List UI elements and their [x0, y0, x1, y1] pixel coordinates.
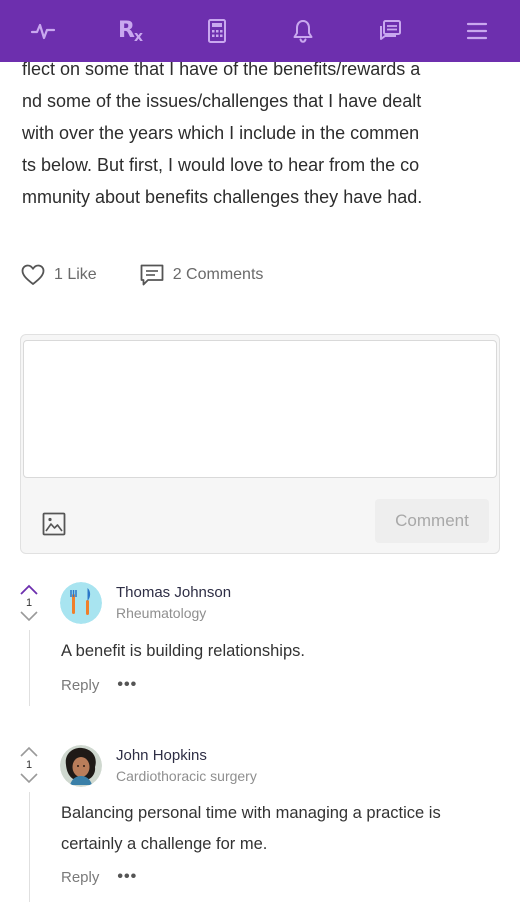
activity-icon	[31, 23, 56, 40]
bell-icon	[293, 20, 313, 43]
comment-author[interactable]: Thomas Johnson	[116, 584, 231, 601]
nav-messages-button[interactable]	[368, 9, 412, 53]
submit-comment-button[interactable]: Comment	[375, 499, 489, 543]
messages-icon	[379, 20, 401, 40]
post-text-line: ts below. But first, I would love to hea…	[22, 155, 420, 175]
comment-text: Balancing personal time with managing a …	[61, 798, 506, 860]
comment-text: A benefit is building relationships.	[61, 636, 506, 667]
rx-icon: Rx	[117, 17, 143, 45]
menu-icon	[466, 22, 487, 40]
comment-text-line: certainly a challenge for me.	[61, 835, 268, 853]
upvote-icon[interactable]	[19, 584, 39, 596]
avatar[interactable]	[60, 745, 102, 787]
nav-menu-button[interactable]	[455, 9, 499, 53]
comment-author-specialty: Cardiothoracic surgery	[116, 768, 257, 784]
comment-icon	[140, 264, 164, 286]
post-actions: 1 Like 2 Comments	[20, 262, 263, 288]
comment-text-line: A benefit is building relationships.	[61, 642, 305, 660]
like-button[interactable]: 1 Like	[20, 262, 97, 288]
reply-button[interactable]: Reply	[61, 677, 99, 694]
heart-icon	[21, 264, 45, 285]
attach-image-button[interactable]	[39, 509, 69, 539]
like-count-label: 1 Like	[54, 266, 97, 283]
upvote-icon[interactable]	[19, 746, 39, 758]
vote-count: 1	[25, 759, 33, 771]
nav-calculator-button[interactable]	[195, 9, 239, 53]
comment-item: 1 John Hopkins Cardiothoracic surgery Ba…	[0, 740, 520, 902]
comment-item: 1 Thomas Johnson Rheumatology A benefit …	[0, 578, 520, 718]
avatar-illustration	[60, 582, 102, 624]
comment-author[interactable]: John Hopkins	[116, 747, 207, 764]
comment-composer: Comment	[20, 334, 500, 554]
more-options-button[interactable]: •••	[117, 676, 137, 694]
thread-line	[29, 792, 30, 902]
comment-actions: Reply •••	[61, 868, 137, 886]
post-text-line: nd some of the issues/challenges that I …	[22, 91, 422, 111]
thread-line	[29, 630, 30, 706]
top-nav-bar: Rx	[0, 0, 520, 62]
comments-button[interactable]: 2 Comments	[139, 262, 264, 288]
vote-control: 1	[18, 746, 40, 784]
downvote-icon[interactable]	[19, 772, 39, 784]
nav-rx-button[interactable]: Rx	[108, 9, 152, 53]
post-text-line: with over the years which I include in t…	[22, 123, 420, 143]
comment-count-label: 2 Comments	[172, 266, 264, 283]
nav-activity-button[interactable]	[21, 9, 65, 53]
comment-actions: Reply •••	[61, 676, 137, 694]
vote-count: 1	[25, 597, 33, 609]
downvote-icon[interactable]	[19, 610, 39, 622]
post-text-line: mmunity about benefits challenges they h…	[22, 187, 423, 207]
avatar[interactable]	[60, 582, 102, 624]
comment-input[interactable]	[23, 340, 497, 478]
calculator-icon	[207, 19, 226, 43]
image-icon	[42, 512, 66, 536]
vote-control: 1	[18, 584, 40, 622]
reply-button[interactable]: Reply	[61, 869, 99, 886]
more-options-button[interactable]: •••	[117, 868, 137, 886]
avatar-photo	[60, 745, 102, 787]
nav-notifications-button[interactable]	[281, 9, 325, 53]
post-body: flect on some that I have of the benefit…	[22, 53, 502, 213]
comment-author-specialty: Rheumatology	[116, 605, 207, 621]
comment-text-line: Balancing personal time with managing a …	[61, 804, 441, 822]
